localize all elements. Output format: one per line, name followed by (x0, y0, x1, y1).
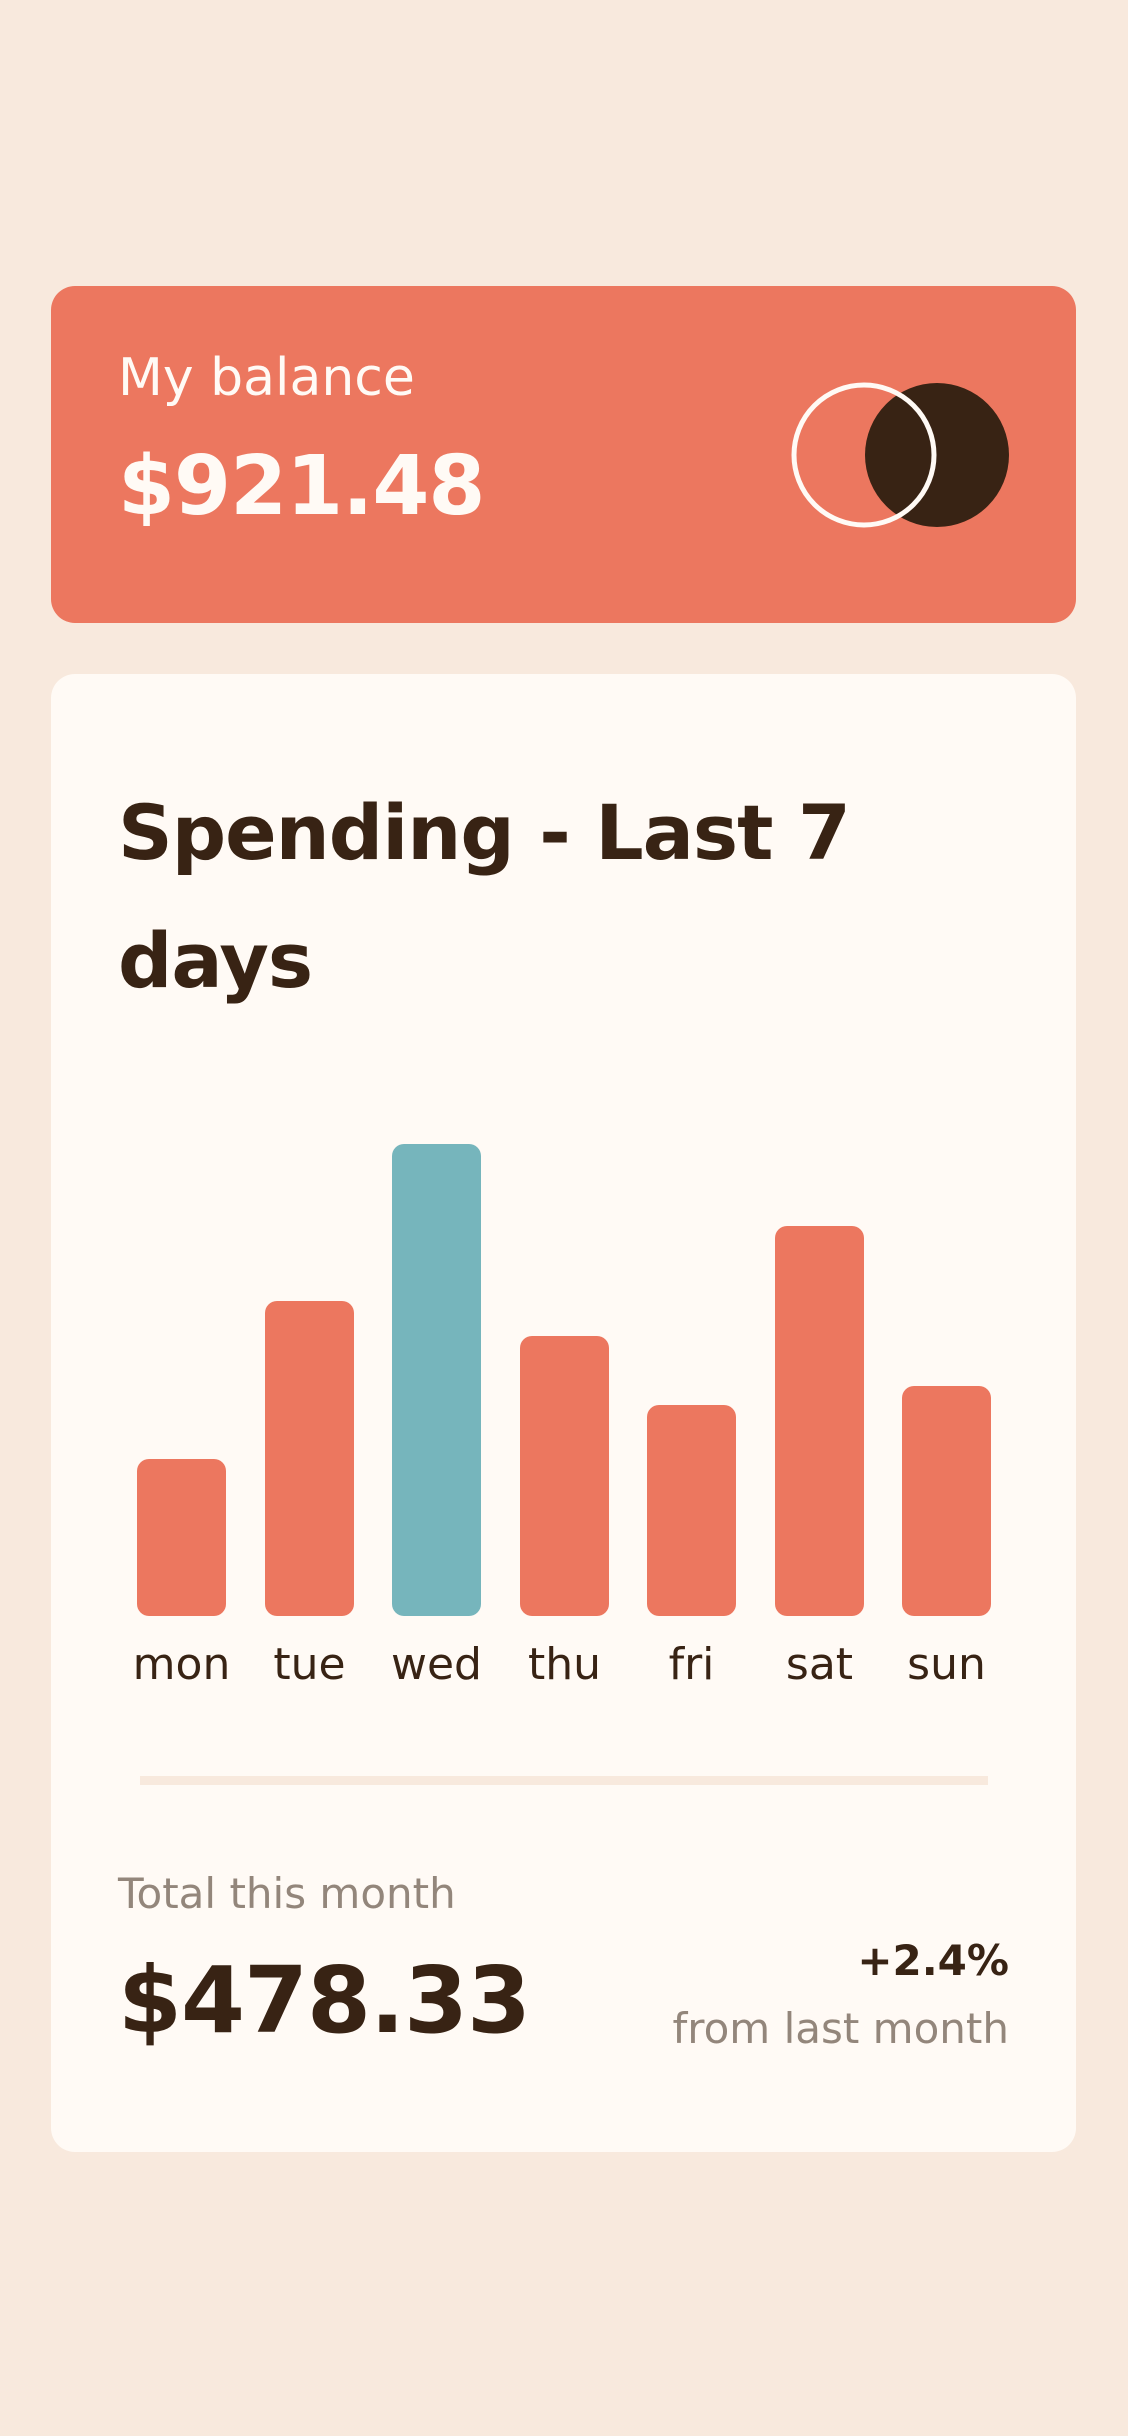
bar-label-sat: sat (785, 1639, 854, 1690)
logo-icon (791, 382, 1009, 528)
bar-thu[interactable] (520, 1336, 609, 1616)
spending-card: Spending - Last 7 days mon tue wed thu fri sa… (51, 674, 1076, 2152)
bar-mon[interactable] (137, 1459, 226, 1616)
balance-label: My balance (118, 348, 415, 408)
change-label: from last month (672, 2004, 1009, 2053)
spending-bar-chart: mon tue wed thu fri sat sun (51, 674, 1076, 1774)
balance-amount: $921.48 (118, 439, 485, 534)
bar-fri[interactable] (647, 1405, 736, 1616)
bar-label-fri: fri (668, 1639, 715, 1690)
total-amount: $478.33 (118, 1947, 531, 2054)
bar-label-sun: sun (907, 1639, 986, 1690)
bar-label-thu: thu (527, 1639, 602, 1690)
balance-card: My balance $921.48 (51, 286, 1076, 623)
bar-tue[interactable] (265, 1301, 354, 1616)
bar-sat[interactable] (775, 1226, 864, 1616)
change-percent: +2.4% (857, 1936, 1009, 1985)
total-label: Total this month (118, 1869, 456, 1918)
divider (140, 1776, 988, 1785)
bar-label-mon: mon (132, 1639, 231, 1690)
bar-wed[interactable] (392, 1144, 481, 1616)
bar-label-tue: tue (273, 1639, 346, 1690)
bar-sun[interactable] (902, 1386, 991, 1616)
bar-label-wed: wed (391, 1639, 482, 1690)
